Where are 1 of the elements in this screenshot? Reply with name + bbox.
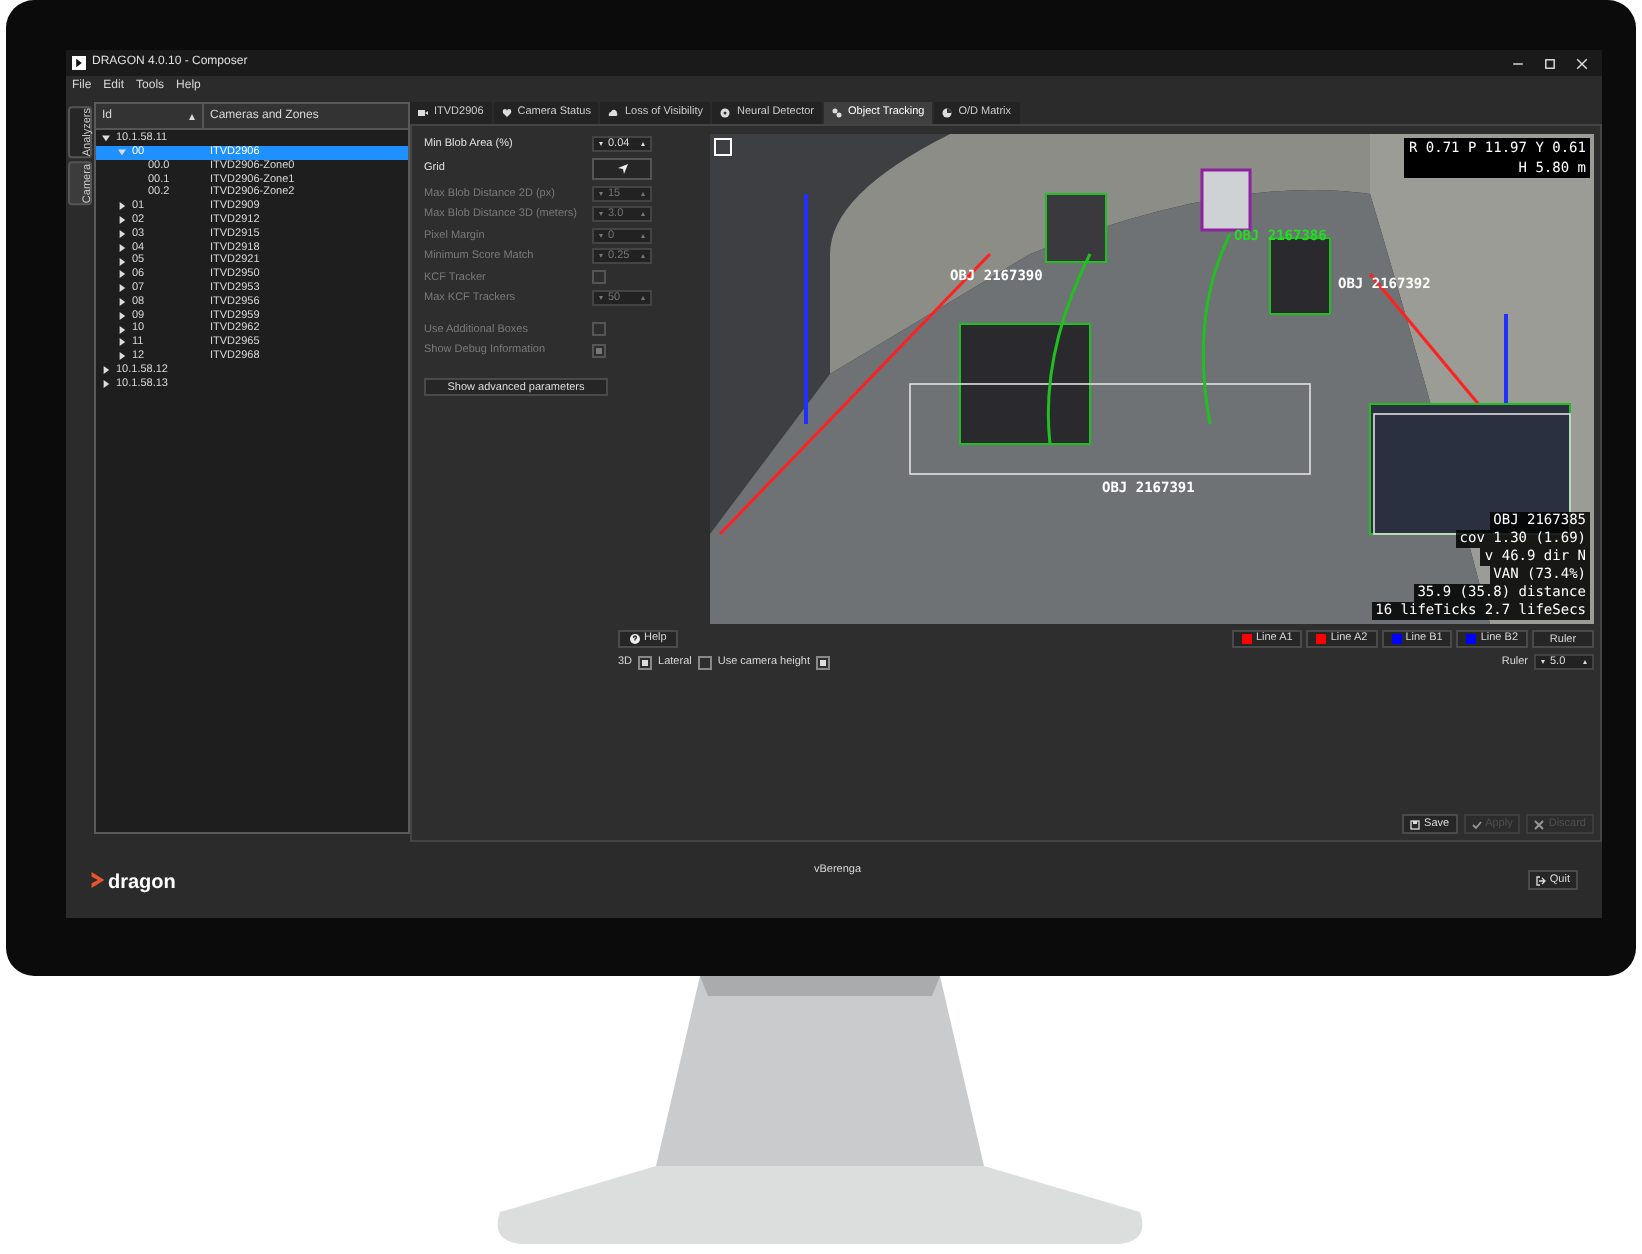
logo-text: dragon bbox=[108, 874, 176, 894]
